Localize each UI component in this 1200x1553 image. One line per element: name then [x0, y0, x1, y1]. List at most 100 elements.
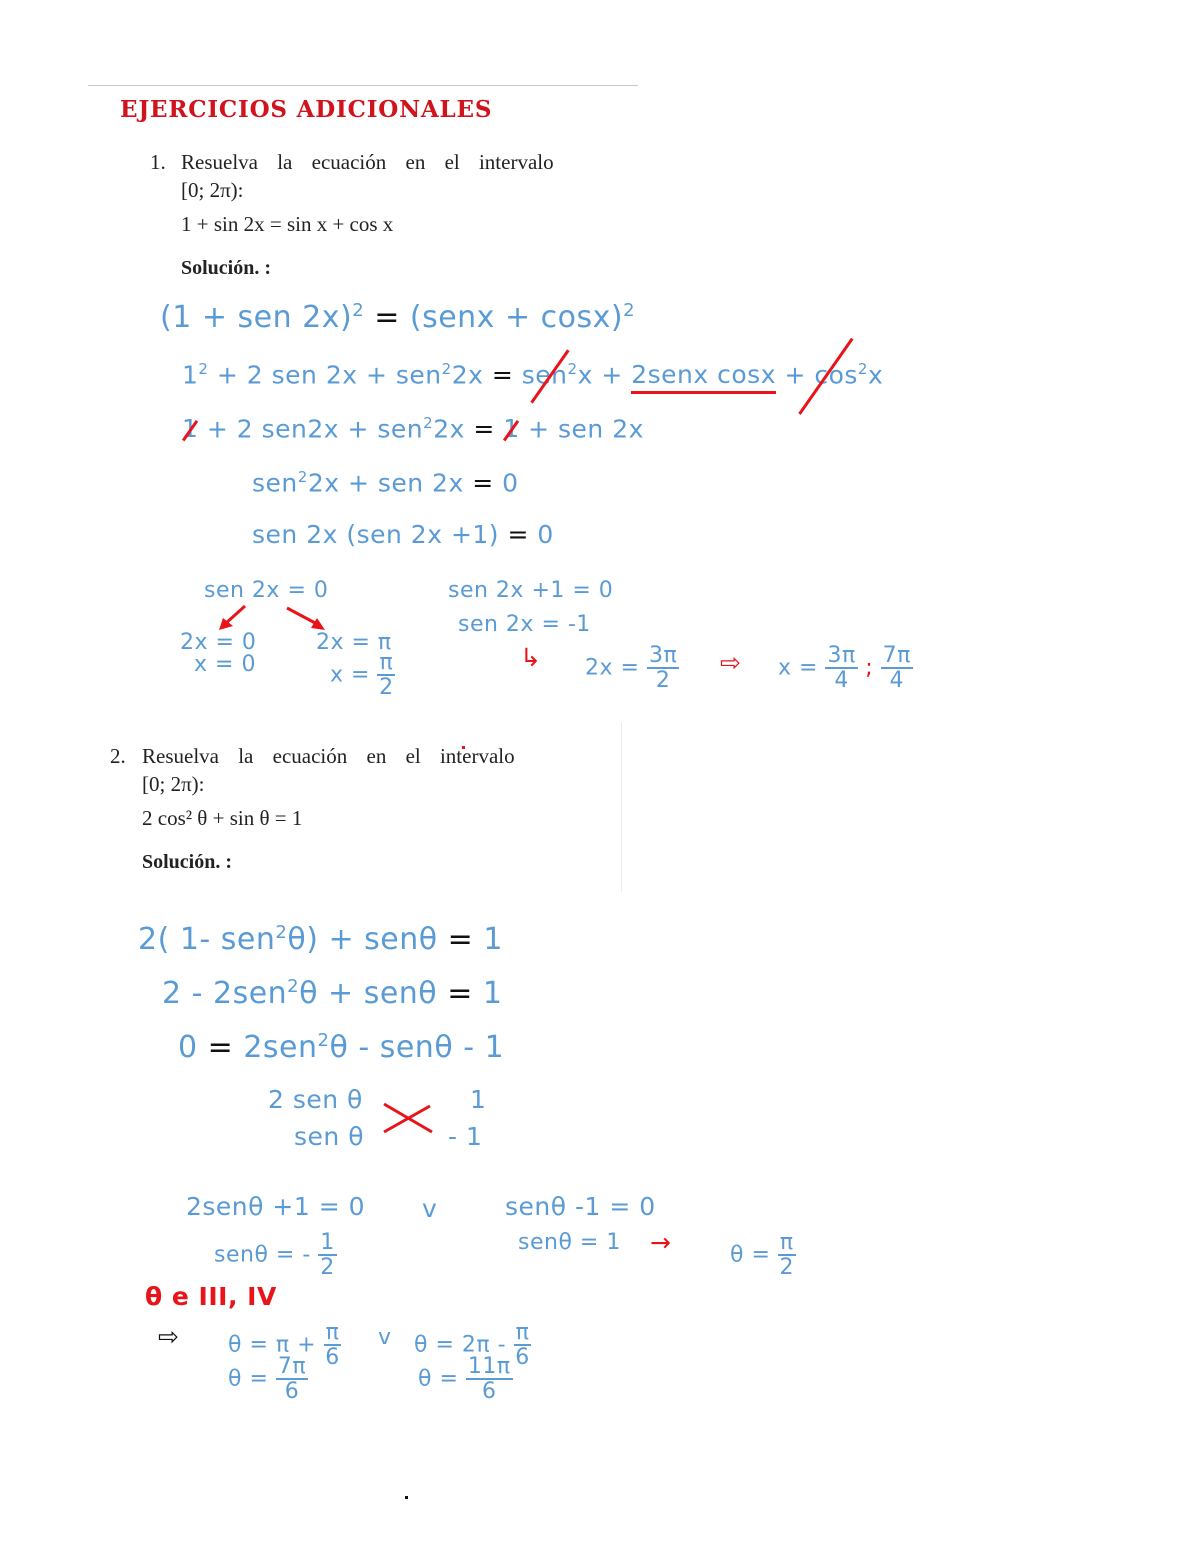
- exponent: 2: [567, 360, 578, 378]
- underlined-term: 2senx cosx: [631, 360, 776, 395]
- term: θ =: [228, 1366, 269, 1392]
- fraction: 11π 6: [465, 1354, 513, 1404]
- ex1-step-4: sen22x + sen 2x = 0: [252, 468, 519, 497]
- term: 2sen: [243, 1030, 318, 1065]
- term: 2( 1- sen: [138, 922, 276, 957]
- numerator: 11π: [465, 1354, 513, 1380]
- term: 0: [537, 520, 554, 549]
- exercise-1-solution-label: Solución. :: [181, 257, 272, 279]
- equals-sign: =: [374, 300, 400, 335]
- exercise-1-equation: 1 + sin 2x = sin x + cos x: [181, 212, 394, 236]
- cancelled-term: + cos2: [784, 360, 868, 389]
- term: θ + senθ: [299, 976, 438, 1011]
- exercise-2-interval: [0; 2π):: [142, 772, 205, 796]
- ex2-res1: θ = 7π 6: [228, 1354, 309, 1404]
- exercise-2-equation: 2 cos² θ + sin θ = 1: [142, 806, 303, 830]
- ex1-case2-line3: 2x = 3π 2: [585, 643, 680, 693]
- implies-arrow-icon: ⇨: [158, 1322, 180, 1351]
- equals-sign: =: [207, 1030, 234, 1065]
- ex1-step-3: 1 + 2 sen2x + sen22x = 1 + sen 2x: [182, 414, 644, 443]
- denominator: 6: [482, 1379, 497, 1404]
- exercise-2-prompt: Resuelva la ecuación en el intervalo: [142, 744, 515, 768]
- fraction: 7π 4: [880, 645, 913, 693]
- fraction: π6: [513, 1320, 532, 1370]
- numerator: π: [377, 650, 396, 676]
- exponent: 2: [317, 1030, 330, 1051]
- term: sen 2x (sen 2x +1): [252, 520, 500, 549]
- side-divider: [621, 722, 622, 892]
- equals-sign: =: [507, 520, 529, 549]
- exponent: 2: [198, 360, 209, 378]
- ex2-caseB-2: senθ = 1: [518, 1230, 621, 1255]
- ex2-step-1: 2( 1- sen2θ) + senθ = 1: [138, 922, 503, 957]
- numerator: 3π: [646, 643, 680, 669]
- denominator: 6: [284, 1379, 300, 1404]
- denominator: 4: [889, 668, 904, 693]
- term: θ - senθ - 1: [329, 1030, 505, 1065]
- ex2-factor-left-2: sen θ: [294, 1122, 364, 1151]
- term: θ =: [730, 1242, 771, 1268]
- exercise-1-prompt: Resuelva la ecuación en el intervalo: [181, 150, 554, 174]
- numerator: π: [513, 1320, 532, 1346]
- ex1-case1-head: sen 2x = 0: [204, 578, 329, 603]
- term: + 2 sen2x + sen: [206, 414, 424, 444]
- ex2-caseB-1: senθ -1 = 0: [505, 1192, 656, 1221]
- equals-sign: =: [472, 468, 494, 498]
- denominator: 2: [655, 668, 671, 693]
- right-arrow-icon: →: [650, 1228, 672, 1257]
- ex1-step-5: sen 2x (sen 2x +1) = 0: [252, 520, 554, 549]
- arrow-right: [286, 606, 318, 626]
- denominator: 2: [320, 1255, 335, 1280]
- numerator: 1: [318, 1230, 337, 1256]
- ex2-caseB-3: θ = π2: [730, 1232, 796, 1279]
- exercise-1-interval: [0; 2π):: [181, 178, 244, 202]
- ex1-step1-right: (senx + cosx): [409, 300, 624, 335]
- term: 1: [182, 360, 199, 390]
- corner-arrow-icon: ↳: [520, 643, 542, 672]
- exponent: 2: [441, 360, 452, 378]
- term: x =: [778, 655, 818, 681]
- arrowhead-right: [311, 618, 325, 630]
- term: sen: [252, 468, 298, 498]
- exponent: 2: [423, 414, 434, 432]
- denominator: 6: [515, 1345, 530, 1370]
- term: + sen 2x: [528, 414, 644, 444]
- term: + cos: [784, 360, 858, 390]
- ex1-case2-head: sen 2x +1 = 0: [448, 578, 614, 603]
- quadrant-note: θ e III, IV: [145, 1282, 277, 1311]
- numerator: 3π: [825, 643, 858, 669]
- exercise-2-solution-label: Solución. :: [142, 851, 233, 873]
- cancelled-term: sen2: [522, 360, 578, 389]
- denominator: 4: [834, 668, 849, 693]
- term: 2 - 2sen: [162, 976, 288, 1011]
- exponent: 2: [275, 922, 288, 943]
- numerator: π: [777, 1230, 796, 1256]
- exponent: 2: [857, 360, 868, 378]
- term: sen: [521, 360, 568, 390]
- term: 2x: [451, 360, 484, 390]
- page-dot: [405, 1496, 408, 1499]
- cancelled-term: 1: [503, 414, 520, 444]
- term: θ) + senθ: [287, 922, 438, 957]
- term: x: [867, 360, 884, 390]
- term: x =: [330, 662, 370, 688]
- ex2-step-3: 0 = 2sen2θ - senθ - 1: [178, 1030, 504, 1065]
- ex1-case1-left-2: x = 0: [194, 652, 256, 677]
- ex1-case2-line2: sen 2x = -1: [458, 612, 591, 637]
- numerator: π: [323, 1320, 342, 1346]
- arrow-left: [223, 604, 247, 626]
- ex2-caseA-2: senθ = - 12: [214, 1232, 337, 1279]
- top-divider: [88, 85, 638, 86]
- term: x +: [577, 360, 623, 390]
- exercise-2-number: 2.: [110, 744, 126, 768]
- ex2-res2: θ = 11π 6: [418, 1356, 513, 1403]
- fraction: π2: [777, 1230, 796, 1279]
- equals-sign: =: [447, 976, 473, 1011]
- or-symbol: v: [422, 1194, 438, 1223]
- cross-multiply-icon: [383, 1102, 433, 1134]
- ex2-factor-left-1: 2 sen θ: [268, 1085, 363, 1114]
- term: + 2 sen 2x + sen: [216, 360, 442, 390]
- equals-sign: =: [473, 414, 495, 444]
- numerator: 7π: [275, 1354, 309, 1380]
- cancelled-term: 1: [182, 414, 199, 444]
